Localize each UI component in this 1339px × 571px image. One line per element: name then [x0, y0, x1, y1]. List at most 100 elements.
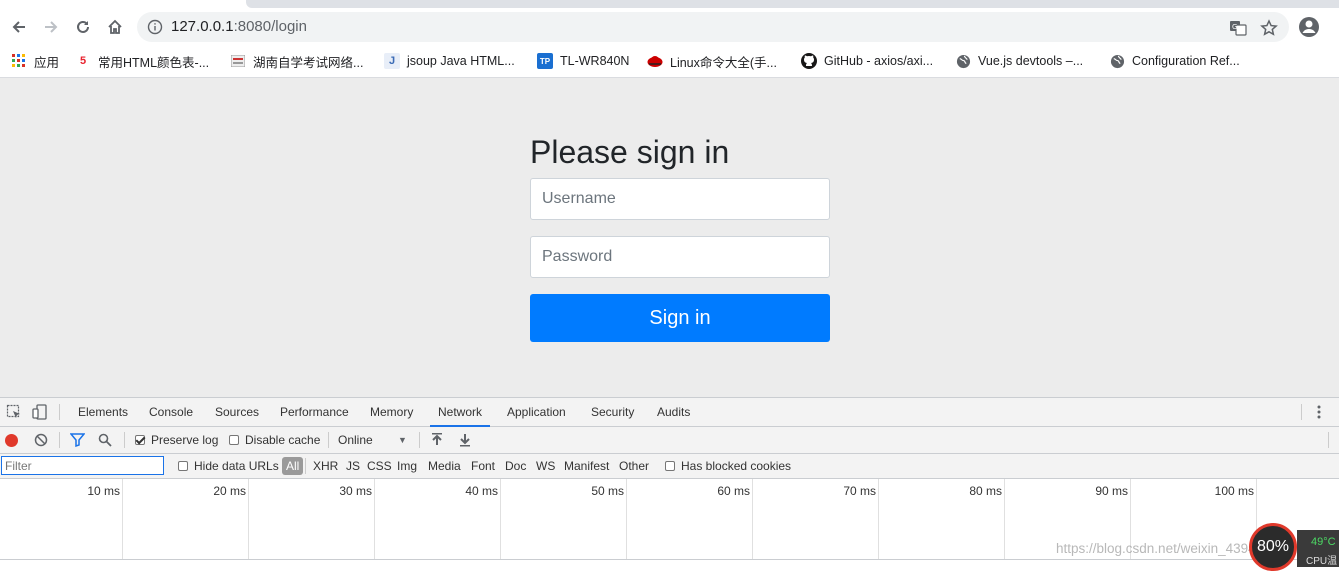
filter-type-doc[interactable]: Doc: [505, 454, 526, 478]
bookmark-hunan-exam[interactable]: 湖南自学考试网络...: [230, 51, 363, 71]
bookmark-html-colors[interactable]: 5 常用HTML颜色表-...: [75, 51, 209, 71]
profile-avatar-icon[interactable]: [1297, 15, 1321, 39]
timeline-tick-label: 70 ms: [843, 484, 876, 498]
timeline-tick-label: 60 ms: [717, 484, 750, 498]
filter-type-css[interactable]: CSS: [367, 454, 392, 478]
cpu-temperature: 49°C: [1311, 536, 1336, 548]
translate-button[interactable]: G: [1227, 17, 1249, 39]
record-button[interactable]: [5, 427, 18, 453]
bookmark-star-button[interactable]: [1258, 17, 1280, 39]
home-icon: [108, 19, 122, 34]
checkbox-checked-icon: [135, 435, 145, 445]
filter-toggle-button[interactable]: [70, 427, 85, 453]
tab-strip-background: [246, 0, 1339, 8]
checkbox-icon: [665, 461, 675, 471]
cpu-usage-gauge[interactable]: 80%: [1249, 523, 1297, 571]
inspect-element-icon[interactable]: [5, 403, 23, 421]
info-icon[interactable]: [147, 19, 163, 35]
toolbar-divider: [59, 432, 60, 448]
bookmarks-bar: 应用 5 常用HTML颜色表-... 湖南自学考试网络... J jsoup J…: [0, 45, 1339, 109]
tab-elements[interactable]: Elements: [76, 398, 130, 426]
browser-toolbar: 127.0.0.1:8080/login G: [0, 9, 1339, 45]
tab-application[interactable]: Application: [505, 398, 568, 426]
bookmark-label: 湖南自学考试网络...: [253, 55, 364, 70]
has-blocked-cookies-label: Has blocked cookies: [681, 459, 792, 473]
translate-icon: G: [1230, 21, 1247, 36]
sign-in-button[interactable]: Sign in: [530, 294, 830, 342]
filter-type-media[interactable]: Media: [428, 454, 461, 478]
device-toolbar-icon[interactable]: [31, 403, 49, 421]
back-button[interactable]: [5, 13, 33, 41]
timeline-tick-label: 40 ms: [465, 484, 498, 498]
bookmark-github-axios[interactable]: GitHub - axios/axi...: [801, 51, 933, 71]
filter-type-img[interactable]: Img: [397, 454, 417, 478]
search-button[interactable]: [98, 427, 112, 453]
toolbar-divider: [1328, 432, 1329, 448]
timeline-tick-label: 30 ms: [339, 484, 372, 498]
filter-funnel-icon: [70, 433, 85, 447]
password-field[interactable]: [530, 236, 830, 278]
preserve-log-checkbox[interactable]: Preserve log: [135, 427, 218, 453]
checkbox-icon: [178, 461, 188, 471]
import-har-button[interactable]: [431, 427, 443, 453]
filter-type-ws[interactable]: WS: [536, 454, 555, 478]
tab-sources[interactable]: Sources: [213, 398, 261, 426]
devtools-tab-bar: Elements Console Sources Performance Mem…: [0, 398, 1339, 427]
bookmark-tplink[interactable]: TP TL-WR840N: [537, 51, 629, 71]
bookmark-label: jsoup Java HTML...: [407, 54, 515, 68]
tab-audits[interactable]: Audits: [655, 398, 692, 426]
page-viewport: Please sign in Sign in: [0, 78, 1339, 397]
more-vertical-icon: [1317, 405, 1321, 419]
tab-memory[interactable]: Memory: [368, 398, 415, 426]
filter-type-font[interactable]: Font: [471, 454, 495, 478]
record-icon: [5, 433, 18, 447]
reload-button[interactable]: [69, 13, 97, 41]
globe-icon: [955, 53, 971, 69]
clear-button[interactable]: [34, 427, 48, 453]
disable-cache-label: Disable cache: [245, 433, 321, 447]
bookmark-label: TL-WR840N: [560, 54, 630, 68]
svg-text:G: G: [1232, 23, 1237, 31]
tab-performance[interactable]: Performance: [278, 398, 351, 426]
export-har-button[interactable]: [459, 427, 471, 453]
filter-type-js[interactable]: JS: [346, 454, 360, 478]
toolbar-divider: [419, 432, 420, 448]
filter-type-xhr[interactable]: XHR: [313, 454, 338, 478]
address-bar[interactable]: 127.0.0.1:8080/login G: [137, 12, 1289, 42]
filter-type-manifest[interactable]: Manifest: [564, 454, 609, 478]
tab-security[interactable]: Security: [589, 398, 636, 426]
home-button[interactable]: [101, 13, 129, 41]
download-icon: [460, 434, 470, 447]
url-text: 127.0.0.1:8080/login: [171, 18, 307, 35]
bookmark-vue-devtools[interactable]: Vue.js devtools –...: [955, 51, 1083, 71]
tab-console[interactable]: Console: [147, 398, 195, 426]
hide-data-urls-checkbox[interactable]: Hide data URLs: [178, 454, 279, 478]
bookmark-linux-commands[interactable]: Linux命令大全(手...: [647, 51, 777, 71]
bookmark-apps[interactable]: 应用: [11, 51, 59, 71]
devtools-menu-button[interactable]: [1310, 403, 1328, 421]
github-icon: [801, 53, 817, 69]
toolbar-divider: [328, 432, 329, 448]
timeline-tick-label: 20 ms: [213, 484, 246, 498]
globe-icon: [1109, 53, 1125, 69]
redhat-favicon: [647, 53, 663, 69]
checkbox-icon: [229, 435, 239, 445]
forward-button[interactable]: [37, 13, 65, 41]
timeline-tick-label: 80 ms: [969, 484, 1002, 498]
timeline-tick-label: 90 ms: [1095, 484, 1128, 498]
tab-network[interactable]: Network: [429, 398, 491, 427]
throttling-select[interactable]: Online ▼: [338, 427, 410, 453]
hide-data-urls-label: Hide data URLs: [194, 459, 279, 473]
has-blocked-cookies-checkbox[interactable]: Has blocked cookies: [665, 454, 791, 478]
filter-type-all[interactable]: All: [282, 457, 304, 475]
bookmark-jsoup[interactable]: J jsoup Java HTML...: [384, 51, 515, 71]
arrow-left-icon: [12, 21, 25, 33]
page-title: Please sign in: [530, 134, 730, 170]
filter-input[interactable]: [1, 456, 164, 475]
username-field[interactable]: [530, 178, 830, 220]
bookmark-label: 应用: [34, 55, 60, 70]
bookmark-configuration-ref[interactable]: Configuration Ref...: [1109, 51, 1240, 71]
toolbar-divider: [305, 458, 306, 474]
filter-type-other[interactable]: Other: [619, 454, 649, 478]
disable-cache-checkbox[interactable]: Disable cache: [229, 427, 320, 453]
